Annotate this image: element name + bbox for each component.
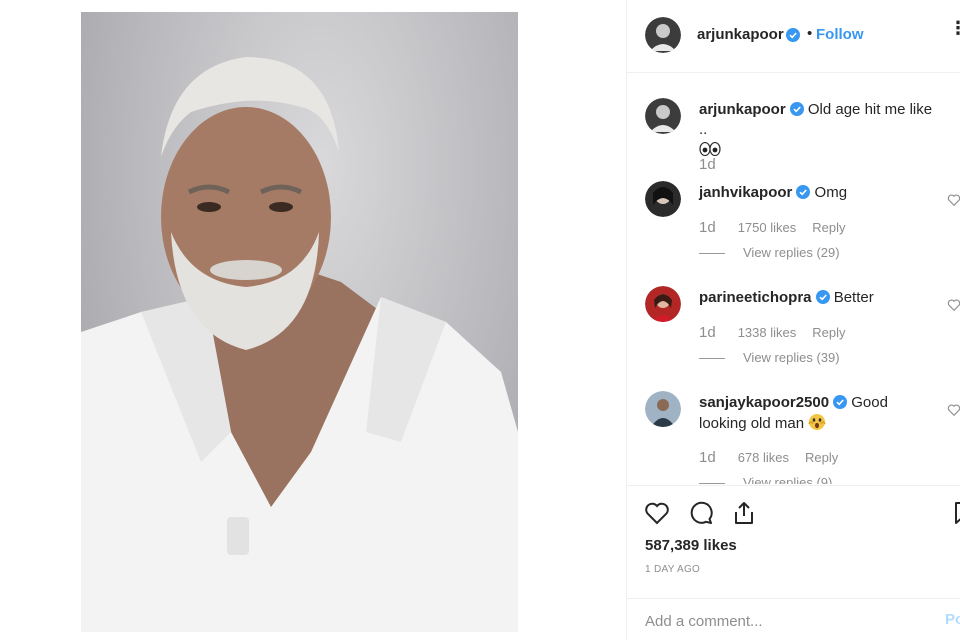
post-comment-button[interactable]: Post — [945, 611, 960, 628]
verified-badge-icon — [815, 290, 830, 304]
comment-time[interactable]: 1d — [699, 449, 716, 466]
commenter-avatar[interactable] — [645, 391, 681, 427]
follow-button[interactable]: Follow — [816, 26, 864, 43]
view-replies-link[interactable]: View replies (9) — [699, 475, 832, 484]
replies-divider — [699, 483, 725, 484]
replies-divider — [699, 358, 725, 360]
verified-badge-icon — [789, 102, 804, 116]
comment-username[interactable]: parineetichopra — [699, 289, 812, 306]
comment-icon[interactable] — [687, 499, 715, 527]
comment-likes[interactable]: 1750 likes — [738, 220, 797, 235]
view-replies-link[interactable]: View replies (29) — [699, 245, 840, 260]
view-replies-label: View replies (39) — [743, 350, 840, 365]
portrait-illustration — [81, 57, 518, 632]
eyes-emoji-icon — [699, 142, 721, 156]
view-replies-label: View replies (9) — [743, 475, 833, 484]
comment-meta: 1d 678 likes Reply — [699, 449, 838, 466]
comment-text-block: janhvikapoor Omg — [699, 183, 939, 203]
comment-text: Better — [833, 289, 874, 306]
post-side-panel: arjunkapoor • Follow ⋮ arjunkapoor Old a… — [626, 0, 960, 640]
comments-list[interactable]: arjunkapoor Old age hit me like .. 1d ja… — [627, 74, 960, 484]
verified-badge-icon — [796, 185, 811, 199]
replies-divider — [699, 253, 725, 255]
comment-text-block: sanjaykapoor2500 Good looking old man — [699, 393, 939, 434]
view-replies-label: View replies (29) — [743, 245, 840, 260]
post-timestamp[interactable]: 1 DAY AGO — [645, 564, 700, 575]
post-actions: 587,389 likes 1 DAY AGO Post — [627, 485, 960, 640]
verified-badge-icon — [786, 28, 800, 42]
post-media-area — [0, 0, 626, 640]
commenter-avatar[interactable] — [645, 286, 681, 322]
comment-likes[interactable]: 678 likes — [738, 450, 789, 465]
caption-avatar[interactable] — [645, 98, 681, 134]
commenter-avatar[interactable] — [645, 181, 681, 217]
comment-meta: 1d 1750 likes Reply — [699, 219, 845, 236]
bookmark-icon[interactable] — [949, 499, 960, 527]
author-avatar[interactable] — [645, 17, 681, 53]
like-comment-heart-icon[interactable] — [947, 403, 960, 417]
share-icon[interactable] — [730, 499, 758, 527]
post-likes-count[interactable]: 587,389 likes — [645, 537, 737, 554]
verified-badge-icon — [833, 395, 848, 409]
caption-meta: 1d — [699, 156, 738, 173]
more-options-icon[interactable]: ⋮ — [949, 18, 960, 39]
comment-likes[interactable]: 1338 likes — [738, 325, 797, 340]
post-photo[interactable] — [81, 12, 518, 632]
comment-meta: 1d 1338 likes Reply — [699, 324, 845, 341]
author-username[interactable]: arjunkapoor — [697, 26, 784, 43]
reply-button[interactable]: Reply — [812, 220, 845, 235]
comment-time[interactable]: 1d — [699, 324, 716, 341]
comment-text-block: parineetichopra Better — [699, 288, 939, 308]
like-comment-heart-icon[interactable] — [947, 298, 960, 312]
comment-time[interactable]: 1d — [699, 219, 716, 236]
reply-button[interactable]: Reply — [812, 325, 845, 340]
comment-input[interactable] — [645, 611, 915, 631]
caption-time[interactable]: 1d — [699, 156, 716, 173]
view-replies-link[interactable]: View replies (39) — [699, 350, 840, 365]
comment-username[interactable]: janhvikapoor — [699, 184, 792, 201]
add-comment-bar: Post — [627, 598, 960, 640]
caption-username[interactable]: arjunkapoor — [699, 101, 786, 118]
comment-text: Omg — [814, 184, 848, 201]
comment-username[interactable]: sanjaykapoor2500 — [699, 394, 829, 411]
like-comment-heart-icon[interactable] — [947, 193, 960, 207]
post-header: arjunkapoor • Follow ⋮ — [627, 0, 960, 73]
separator-dot: • — [807, 25, 813, 42]
caption-text-block: arjunkapoor Old age hit me like .. — [699, 100, 939, 160]
scream-emoji-icon — [808, 414, 826, 430]
reply-button[interactable]: Reply — [805, 450, 838, 465]
heart-icon[interactable] — [643, 499, 671, 527]
